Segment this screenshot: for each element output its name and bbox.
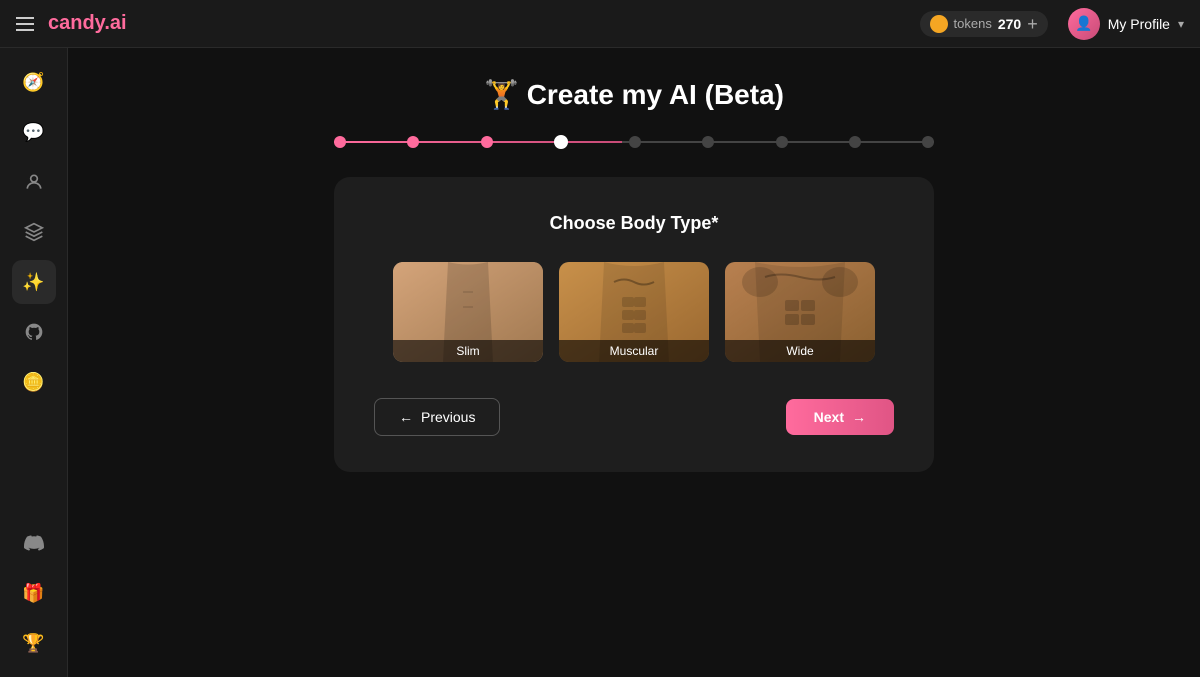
tokens-count: 270 — [998, 16, 1021, 32]
brand-text: candy — [48, 12, 104, 34]
profile-section[interactable]: 👤 My Profile ▾ — [1068, 8, 1184, 40]
body-type-wide[interactable]: Wide — [725, 262, 875, 362]
stepper — [334, 135, 934, 149]
add-tokens-button[interactable]: + — [1027, 15, 1038, 33]
layout: 🧭 💬 ✨ 🪙 — [0, 48, 1200, 677]
navbar: candy.ai tokens 270 + 👤 My Profile ▾ — [0, 0, 1200, 48]
sidebar-item-github[interactable] — [12, 310, 56, 354]
body-type-muscular[interactable]: Muscular — [559, 262, 709, 362]
sidebar: 🧭 💬 ✨ 🪙 — [0, 48, 68, 677]
sidebar-bottom: 🎁 🏆 — [12, 521, 56, 665]
brand-suffix: .ai — [104, 12, 126, 34]
body-type-options: Slim — [374, 262, 894, 362]
prev-arrow-icon: ← — [399, 409, 413, 425]
sidebar-item-magic[interactable]: ✨ — [12, 260, 56, 304]
step-dots — [334, 135, 934, 149]
sidebar-item-models[interactable] — [12, 160, 56, 204]
step-dot-1 — [334, 136, 346, 148]
tokens-pill[interactable]: tokens 270 + — [920, 11, 1048, 37]
main-content: 🏋 Create my AI (Beta) — [68, 48, 1200, 677]
step-dot-9 — [922, 136, 934, 148]
page-title: 🏋 Create my AI (Beta) — [484, 78, 784, 111]
step-dot-5 — [629, 136, 641, 148]
profile-name: My Profile — [1108, 16, 1170, 32]
step-dot-4 — [554, 135, 568, 149]
step-dot-6 — [702, 136, 714, 148]
card-buttons: ← Previous Next → — [374, 398, 894, 436]
body-type-card: Choose Body Type* — [334, 177, 934, 472]
navbar-left: candy.ai — [16, 12, 127, 35]
next-button-label: Next — [814, 409, 844, 425]
slim-label: Slim — [393, 340, 543, 362]
sidebar-top: 🧭 💬 ✨ 🪙 — [12, 60, 56, 404]
sidebar-item-discord[interactable] — [12, 521, 56, 565]
previous-button[interactable]: ← Previous — [374, 398, 500, 436]
next-arrow-icon: → — [852, 409, 866, 425]
card-title: Choose Body Type* — [374, 213, 894, 234]
sidebar-item-gift[interactable]: 🎁 — [12, 571, 56, 615]
prev-button-label: Previous — [421, 409, 475, 425]
sidebar-item-coin[interactable]: 🪙 — [12, 360, 56, 404]
step-dot-8 — [849, 136, 861, 148]
chevron-down-icon: ▾ — [1178, 17, 1184, 31]
body-type-slim[interactable]: Slim — [393, 262, 543, 362]
navbar-right: tokens 270 + 👤 My Profile ▾ — [920, 8, 1184, 40]
hamburger-button[interactable] — [16, 17, 34, 31]
wide-label: Wide — [725, 340, 875, 362]
muscular-label: Muscular — [559, 340, 709, 362]
step-dot-3 — [481, 136, 493, 148]
sidebar-item-explore[interactable]: 🧭 — [12, 60, 56, 104]
next-button[interactable]: Next → — [786, 399, 894, 435]
step-dot-2 — [407, 136, 419, 148]
step-dot-7 — [776, 136, 788, 148]
token-coin-icon — [930, 15, 948, 33]
brand-logo: candy.ai — [48, 12, 127, 35]
sidebar-item-create[interactable] — [12, 210, 56, 254]
stepper-container — [334, 135, 934, 149]
sidebar-item-chat[interactable]: 💬 — [12, 110, 56, 154]
tokens-label: tokens — [954, 16, 992, 31]
avatar: 👤 — [1068, 8, 1100, 40]
sidebar-item-trophy[interactable]: 🏆 — [12, 621, 56, 665]
